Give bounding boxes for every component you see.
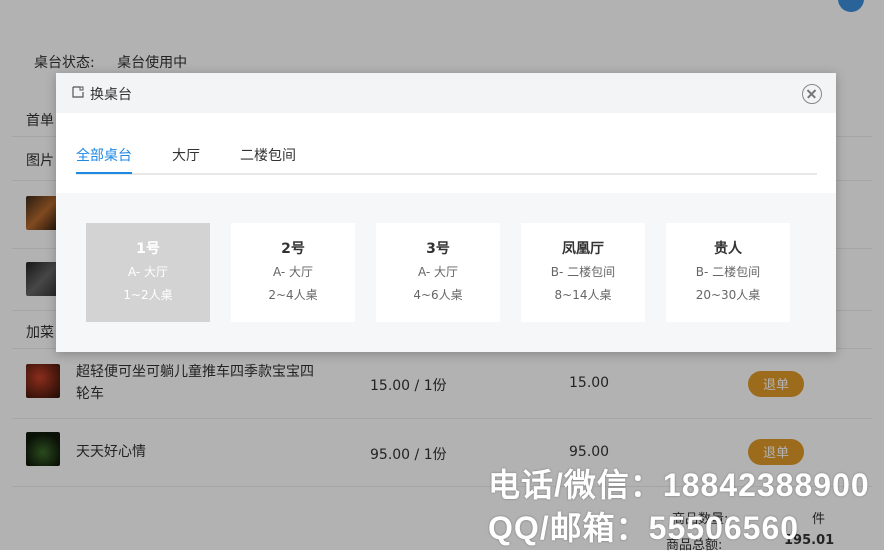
table-capacity: 8~14人桌 bbox=[554, 288, 612, 302]
contact-watermark-phone: 电话/微信：18842388900 bbox=[488, 467, 870, 503]
change-table-icon bbox=[72, 86, 84, 98]
table-zone: B- 二楼包间 bbox=[695, 265, 761, 279]
change-table-dialog: 换桌台 全部桌台 大厅 二楼包间 1号 A- 大厅 1~2人桌 2号 A- 大厅… bbox=[56, 73, 836, 352]
table-card-1[interactable]: 1号 A- 大厅 1~2人桌 bbox=[86, 223, 210, 322]
table-card-3[interactable]: 3号 A- 大厅 4~6人桌 bbox=[376, 223, 500, 322]
tab-second-floor-rooms[interactable]: 二楼包间 bbox=[240, 145, 296, 165]
table-capacity: 1~2人桌 bbox=[123, 288, 173, 302]
table-zone: A- 大厅 bbox=[272, 265, 314, 279]
contact-watermark-qq: QQ/邮箱：55506560 bbox=[488, 510, 800, 546]
table-capacity: 20~30人桌 bbox=[695, 288, 761, 302]
dialog-title: 换桌台 bbox=[90, 87, 132, 103]
table-zone-tabs: 全部桌台 大厅 二楼包间 bbox=[76, 139, 817, 175]
table-capacity: 4~6人桌 bbox=[413, 288, 463, 302]
close-icon[interactable] bbox=[802, 84, 822, 104]
tab-hall[interactable]: 大厅 bbox=[172, 145, 200, 165]
dialog-header: 换桌台 bbox=[56, 73, 836, 113]
table-number: 凤凰厅 bbox=[562, 241, 604, 257]
table-card-vip[interactable]: 贵人 B- 二楼包间 20~30人桌 bbox=[666, 223, 790, 322]
table-zone: A- 大厅 bbox=[417, 265, 459, 279]
table-card-phoenix-hall[interactable]: 凤凰厅 B- 二楼包间 8~14人桌 bbox=[521, 223, 645, 322]
table-number: 贵人 bbox=[714, 241, 742, 257]
tab-all-tables[interactable]: 全部桌台 bbox=[76, 145, 132, 165]
table-zone: A- 大厅 bbox=[127, 265, 169, 279]
table-capacity: 2~4人桌 bbox=[268, 288, 318, 302]
table-number: 3号 bbox=[426, 241, 450, 257]
table-card-2[interactable]: 2号 A- 大厅 2~4人桌 bbox=[231, 223, 355, 322]
active-tab-indicator bbox=[76, 172, 132, 174]
table-zone: B- 二楼包间 bbox=[550, 265, 616, 279]
table-number: 1号 bbox=[136, 241, 160, 257]
table-number: 2号 bbox=[281, 241, 305, 257]
